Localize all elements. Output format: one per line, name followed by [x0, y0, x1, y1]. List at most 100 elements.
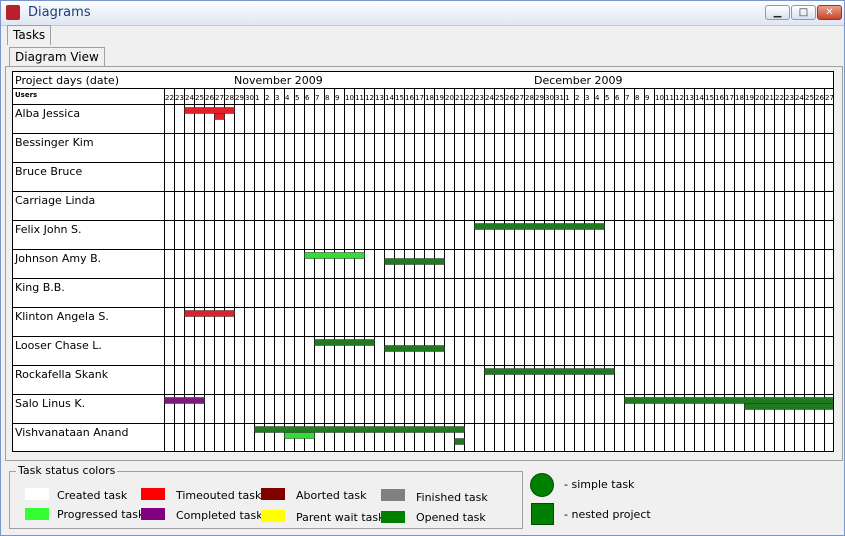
- day-label: 24: [485, 94, 494, 102]
- day-label: 11: [665, 94, 674, 102]
- day-label: 28: [225, 94, 234, 102]
- user-row-label[interactable]: Carriage Linda: [15, 194, 95, 207]
- day-label: 7: [625, 94, 629, 102]
- day-label: 25: [195, 94, 204, 102]
- day-label: 5: [295, 94, 299, 102]
- day-label: 16: [405, 94, 414, 102]
- user-row-label[interactable]: King B.B.: [15, 281, 65, 294]
- day-label: 13: [685, 94, 694, 102]
- day-label: 1: [255, 94, 259, 102]
- swatch-completed: [141, 508, 165, 520]
- task-bar[interactable]: [624, 397, 835, 404]
- day-label: 1: [565, 94, 569, 102]
- day-label: 2: [265, 94, 269, 102]
- day-label: 15: [705, 94, 714, 102]
- task-bar[interactable]: [254, 426, 465, 433]
- day-label: 25: [805, 94, 814, 102]
- day-label: 26: [815, 94, 824, 102]
- day-label: 13: [375, 94, 384, 102]
- nested-project-square-icon: [531, 503, 554, 525]
- day-label: 23: [175, 94, 184, 102]
- swatch-opened: [381, 511, 405, 523]
- day-label: 29: [535, 94, 544, 102]
- diagrams-window: Diagrams ▁ □ ✕ Tasks Diagram View 22 23 24…: [0, 0, 845, 536]
- legend-label-aborted: Aborted task: [296, 489, 367, 502]
- day-label: 18: [425, 94, 434, 102]
- user-row-label[interactable]: Felix John S.: [15, 223, 82, 236]
- minimize-button[interactable]: ▁: [765, 5, 790, 20]
- user-row-label[interactable]: Johnson Amy B.: [15, 252, 101, 265]
- user-row-label[interactable]: Alba Jessica: [15, 107, 80, 120]
- legend-label-finished: Finished task: [416, 491, 488, 504]
- task-bar[interactable]: [384, 345, 445, 352]
- book-icon: [6, 5, 20, 20]
- task-bar[interactable]: [314, 339, 375, 346]
- day-label: 27: [515, 94, 524, 102]
- user-row-label[interactable]: Rockafella Skank: [15, 368, 108, 381]
- title-bar[interactable]: Diagrams ▁ □ ✕: [1, 1, 844, 26]
- day-label: 14: [695, 94, 704, 102]
- day-label: 21: [765, 94, 774, 102]
- day-label: 17: [415, 94, 424, 102]
- close-button[interactable]: ✕: [817, 5, 842, 20]
- day-label: 3: [585, 94, 589, 102]
- user-row-label[interactable]: Looser Chase L.: [15, 339, 102, 352]
- month-november: November 2009: [234, 74, 323, 87]
- user-row-label[interactable]: Bruce Bruce: [15, 165, 82, 178]
- task-bar[interactable]: [454, 438, 465, 445]
- task-bar[interactable]: [214, 113, 225, 120]
- task-bar[interactable]: [304, 252, 365, 259]
- swatch-finished: [381, 489, 405, 501]
- day-label: 15: [395, 94, 404, 102]
- day-label: 10: [655, 94, 664, 102]
- day-label: 23: [785, 94, 794, 102]
- task-bar[interactable]: [384, 258, 445, 265]
- legend-label-completed: Completed task: [176, 509, 263, 522]
- day-label: 17: [725, 94, 734, 102]
- gantt-chart: 22 23 24 25 26 27 28 29 30 1 2 3 4 5 6 7 8 9 10 11 12 13 14 15 1…: [12, 71, 834, 452]
- task-bar[interactable]: [184, 107, 235, 114]
- day-label: 12: [365, 94, 374, 102]
- day-label: 9: [645, 94, 649, 102]
- day-label: 20: [445, 94, 454, 102]
- day-label: 28: [525, 94, 534, 102]
- legend-label-progressed: Progressed task: [57, 508, 145, 521]
- day-label: 22: [775, 94, 784, 102]
- maximize-icon: □: [798, 7, 809, 18]
- day-label: 30: [545, 94, 554, 102]
- day-label: 8: [325, 94, 329, 102]
- task-bar[interactable]: [484, 368, 615, 375]
- user-row-label[interactable]: Salo Linus K.: [15, 397, 85, 410]
- legend-label-created: Created task: [57, 489, 128, 502]
- day-label: 24: [185, 94, 194, 102]
- day-label: 26: [205, 94, 214, 102]
- user-row-label[interactable]: Bessinger Kim: [15, 136, 94, 149]
- tab-tasks[interactable]: Tasks: [7, 25, 52, 45]
- user-row-label[interactable]: Klinton Angela S.: [15, 310, 109, 323]
- task-bar[interactable]: [744, 403, 835, 410]
- day-label: 2: [575, 94, 579, 102]
- day-label: 6: [305, 94, 310, 102]
- maximize-button[interactable]: □: [791, 5, 816, 20]
- day-label: 8: [635, 94, 639, 102]
- day-label: 12: [675, 94, 684, 102]
- day-label: 16: [715, 94, 724, 102]
- swatch-timeouted: [141, 488, 165, 500]
- day-label: 22: [465, 94, 474, 102]
- task-bar[interactable]: [164, 397, 205, 404]
- task-bar[interactable]: [474, 223, 605, 230]
- day-label: 7: [315, 94, 319, 102]
- legend-label-timeouted: Timeouted task: [176, 489, 262, 502]
- day-label: 31: [555, 94, 564, 102]
- swatch-aborted: [261, 488, 285, 500]
- day-label: 5: [605, 94, 609, 102]
- day-label: 14: [385, 94, 394, 102]
- swatch-created: [25, 488, 49, 500]
- task-bar[interactable]: [184, 310, 235, 317]
- user-row-label[interactable]: Vishvanataan Anand: [15, 426, 128, 439]
- task-bar[interactable]: [284, 432, 315, 439]
- day-label: 6: [615, 94, 620, 102]
- tab-diagram-view[interactable]: Diagram View: [9, 47, 105, 67]
- nested-project-label: - nested project: [564, 508, 651, 521]
- day-label: 21: [455, 94, 464, 102]
